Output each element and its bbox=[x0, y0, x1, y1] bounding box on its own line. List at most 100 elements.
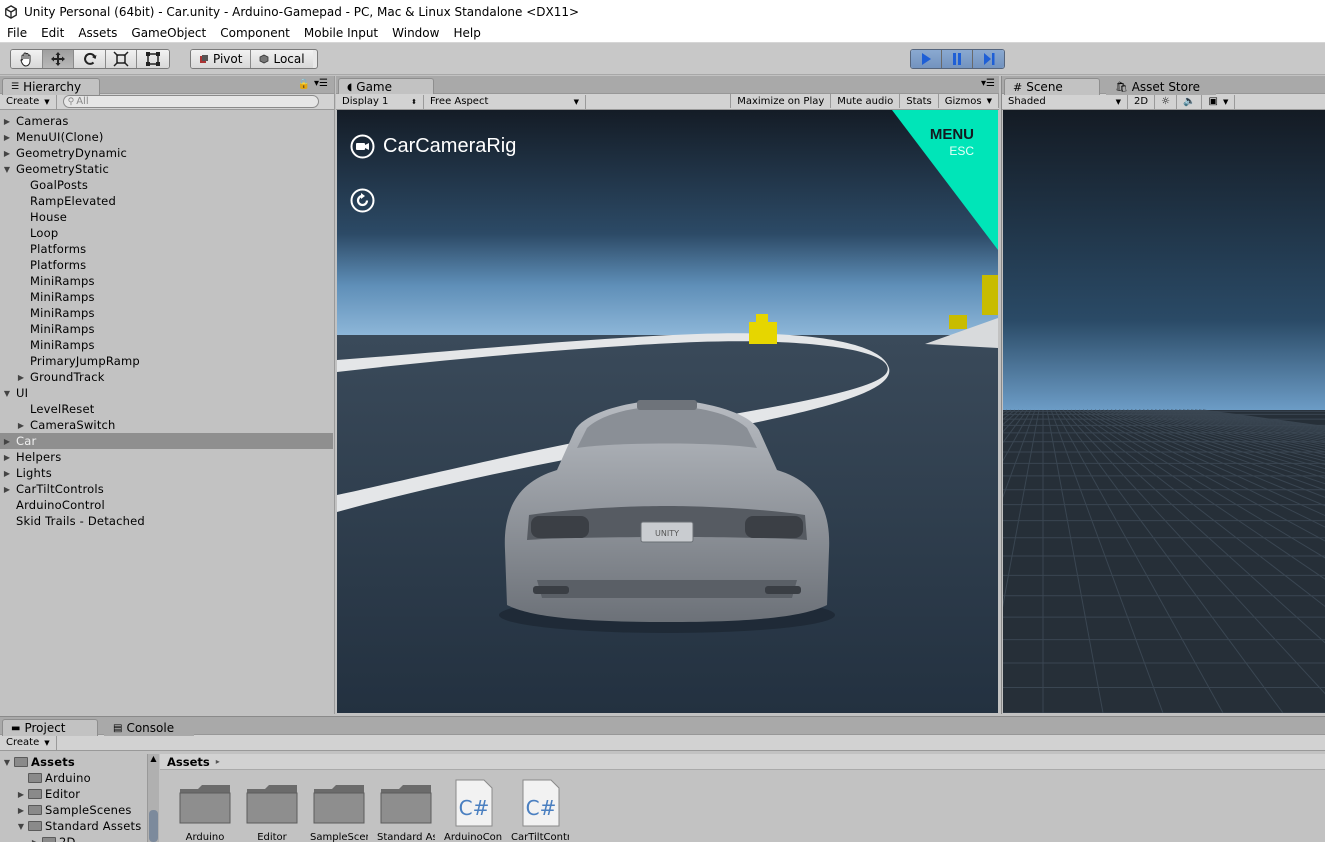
hierarchy-item[interactable]: ▶Cameras bbox=[0, 113, 333, 129]
menu-gameobject[interactable]: GameObject bbox=[124, 26, 213, 40]
expanded-arrow-icon[interactable]: ▼ bbox=[2, 165, 12, 174]
collapsed-arrow-icon[interactable]: ▶ bbox=[2, 485, 12, 494]
collapsed-arrow-icon[interactable]: ▶ bbox=[30, 838, 40, 842]
hierarchy-item[interactable]: ▶Helpers bbox=[0, 449, 333, 465]
gizmos-dropdown[interactable]: Gizmos▼ bbox=[939, 94, 999, 108]
rect-tool-button[interactable] bbox=[137, 50, 169, 68]
asset-folder[interactable]: Editor bbox=[243, 779, 301, 842]
collapsed-arrow-icon[interactable]: ▶ bbox=[2, 437, 12, 446]
hierarchy-item[interactable]: ▶GeometryDynamic bbox=[0, 145, 333, 161]
hierarchy-item[interactable]: Skid Trails - Detached bbox=[0, 513, 333, 529]
hierarchy-item[interactable]: MiniRamps bbox=[0, 321, 333, 337]
hierarchy-search-input[interactable]: ⚲ All bbox=[63, 95, 319, 108]
panel-menu-icon[interactable]: ▾☰ bbox=[981, 78, 995, 89]
asset-folder[interactable]: Standard Assets bbox=[377, 779, 435, 842]
pause-button[interactable] bbox=[942, 50, 973, 68]
asset-folder[interactable]: SampleScenes bbox=[310, 779, 368, 842]
menu-mobile-input[interactable]: Mobile Input bbox=[297, 26, 385, 40]
hierarchy-item[interactable]: Platforms bbox=[0, 257, 333, 273]
tree-scrollbar[interactable]: ▲ bbox=[147, 754, 159, 842]
hierarchy-item[interactable]: MiniRamps bbox=[0, 289, 333, 305]
mute-audio-toggle[interactable]: Mute audio bbox=[831, 94, 900, 108]
scrollbar-thumb[interactable] bbox=[149, 810, 158, 842]
project-tree-item[interactable]: Arduino bbox=[0, 770, 147, 786]
menu-file[interactable]: File bbox=[0, 26, 34, 40]
hierarchy-item[interactable]: ▶GroundTrack bbox=[0, 369, 333, 385]
aspect-dropdown[interactable]: Free Aspect▼ bbox=[424, 95, 586, 109]
expanded-arrow-icon[interactable]: ▼ bbox=[16, 822, 26, 831]
effects-dropdown[interactable]: ▣▼ bbox=[1202, 95, 1235, 109]
hierarchy-item[interactable]: MiniRamps bbox=[0, 273, 333, 289]
menu-component[interactable]: Component bbox=[213, 26, 297, 40]
pivot-toggle-button[interactable]: Pivot bbox=[191, 50, 251, 68]
local-toggle-button[interactable]: Local bbox=[251, 50, 312, 68]
menu-help[interactable]: Help bbox=[446, 26, 487, 40]
step-button[interactable] bbox=[973, 50, 1004, 68]
collapsed-arrow-icon[interactable]: ▶ bbox=[2, 453, 12, 462]
scroll-up-icon[interactable]: ▲ bbox=[148, 754, 159, 763]
collapsed-arrow-icon[interactable]: ▶ bbox=[16, 421, 26, 430]
menu-assets[interactable]: Assets bbox=[71, 26, 124, 40]
audio-toggle[interactable]: 🔈 bbox=[1177, 95, 1202, 109]
shading-dropdown[interactable]: Shaded▼ bbox=[1002, 95, 1128, 109]
asset-folder[interactable]: Arduino bbox=[176, 779, 234, 842]
project-tree-item[interactable]: ▼Standard Assets bbox=[0, 818, 147, 834]
collapsed-arrow-icon[interactable]: ▶ bbox=[16, 373, 26, 382]
tab-hierarchy[interactable]: ☰ Hierarchy bbox=[2, 78, 100, 95]
maximize-on-play-toggle[interactable]: Maximize on Play bbox=[730, 94, 831, 108]
collapsed-arrow-icon[interactable]: ▶ bbox=[2, 133, 12, 142]
menu-edit[interactable]: Edit bbox=[34, 26, 71, 40]
project-tree-item[interactable]: ▶Editor bbox=[0, 786, 147, 802]
project-tree-item[interactable]: ▶SampleScenes bbox=[0, 802, 147, 818]
collapsed-arrow-icon[interactable]: ▶ bbox=[2, 469, 12, 478]
hierarchy-item[interactable]: ▼GeometryStatic bbox=[0, 161, 333, 177]
scene-viewport[interactable] bbox=[1003, 110, 1325, 713]
breadcrumb-assets[interactable]: Assets bbox=[167, 755, 210, 769]
hierarchy-item[interactable]: PrimaryJumpRamp bbox=[0, 353, 333, 369]
hierarchy-item[interactable]: GoalPosts bbox=[0, 177, 333, 193]
hierarchy-item[interactable]: ▼UI bbox=[0, 385, 333, 401]
move-tool-button[interactable] bbox=[43, 50, 75, 68]
hierarchy-item[interactable]: Platforms bbox=[0, 241, 333, 257]
hand-tool-button[interactable] bbox=[11, 50, 43, 68]
hierarchy-item[interactable]: ▶MenuUI(Clone) bbox=[0, 129, 333, 145]
2d-toggle[interactable]: 2D bbox=[1128, 95, 1155, 109]
play-button[interactable] bbox=[911, 50, 942, 68]
collapsed-arrow-icon[interactable]: ▶ bbox=[2, 117, 12, 126]
scale-tool-button[interactable] bbox=[106, 50, 138, 68]
hierarchy-item[interactable]: ArduinoControl bbox=[0, 497, 333, 513]
tab-game[interactable]: ◖ Game bbox=[338, 78, 434, 95]
menu-window[interactable]: Window bbox=[385, 26, 446, 40]
level-reset-button[interactable] bbox=[350, 188, 375, 216]
camera-switch-overlay[interactable]: CarCameraRig bbox=[350, 134, 516, 159]
hierarchy-item[interactable]: ▶Lights bbox=[0, 465, 333, 481]
expanded-arrow-icon[interactable]: ▼ bbox=[2, 389, 12, 398]
lighting-toggle[interactable]: ☼ bbox=[1155, 95, 1177, 109]
stats-toggle[interactable]: Stats bbox=[900, 94, 939, 108]
tab-console[interactable]: ▤ Console bbox=[104, 719, 194, 736]
hierarchy-item[interactable]: MiniRamps bbox=[0, 305, 333, 321]
display-dropdown[interactable]: Display 1⬍ bbox=[336, 95, 424, 109]
hierarchy-create-dropdown[interactable]: Create▼ bbox=[0, 95, 57, 109]
asset-script[interactable]: C#ArduinoControl bbox=[444, 779, 502, 842]
collapsed-arrow-icon[interactable]: ▶ bbox=[16, 806, 26, 815]
hierarchy-item[interactable]: ▶CameraSwitch bbox=[0, 417, 333, 433]
collapsed-arrow-icon[interactable]: ▶ bbox=[16, 790, 26, 799]
asset-script[interactable]: C#CarTiltControls bbox=[511, 779, 569, 842]
project-create-dropdown[interactable]: Create▼ bbox=[0, 736, 57, 750]
hierarchy-item[interactable]: House bbox=[0, 209, 333, 225]
hierarchy-item[interactable]: LevelReset bbox=[0, 401, 333, 417]
panel-menu-icon[interactable]: ▾☰ bbox=[314, 78, 328, 89]
hierarchy-item[interactable]: Loop bbox=[0, 225, 333, 241]
collapsed-arrow-icon[interactable]: ▶ bbox=[2, 149, 12, 158]
hierarchy-item[interactable]: ▶Car bbox=[0, 433, 333, 449]
rotate-tool-button[interactable] bbox=[74, 50, 106, 68]
hierarchy-item[interactable]: ▶CarTiltControls bbox=[0, 481, 333, 497]
hierarchy-item[interactable]: RampElevated bbox=[0, 193, 333, 209]
lock-icon[interactable]: 🔒 bbox=[298, 79, 310, 90]
game-viewport[interactable]: UNITY CarCameraRig MENU ESC bbox=[337, 110, 998, 713]
project-tree-item[interactable]: ▼Assets bbox=[0, 754, 147, 770]
tab-project[interactable]: ▬ Project bbox=[2, 719, 98, 736]
menu-button[interactable]: MENU ESC bbox=[909, 126, 974, 158]
hierarchy-item[interactable]: MiniRamps bbox=[0, 337, 333, 353]
